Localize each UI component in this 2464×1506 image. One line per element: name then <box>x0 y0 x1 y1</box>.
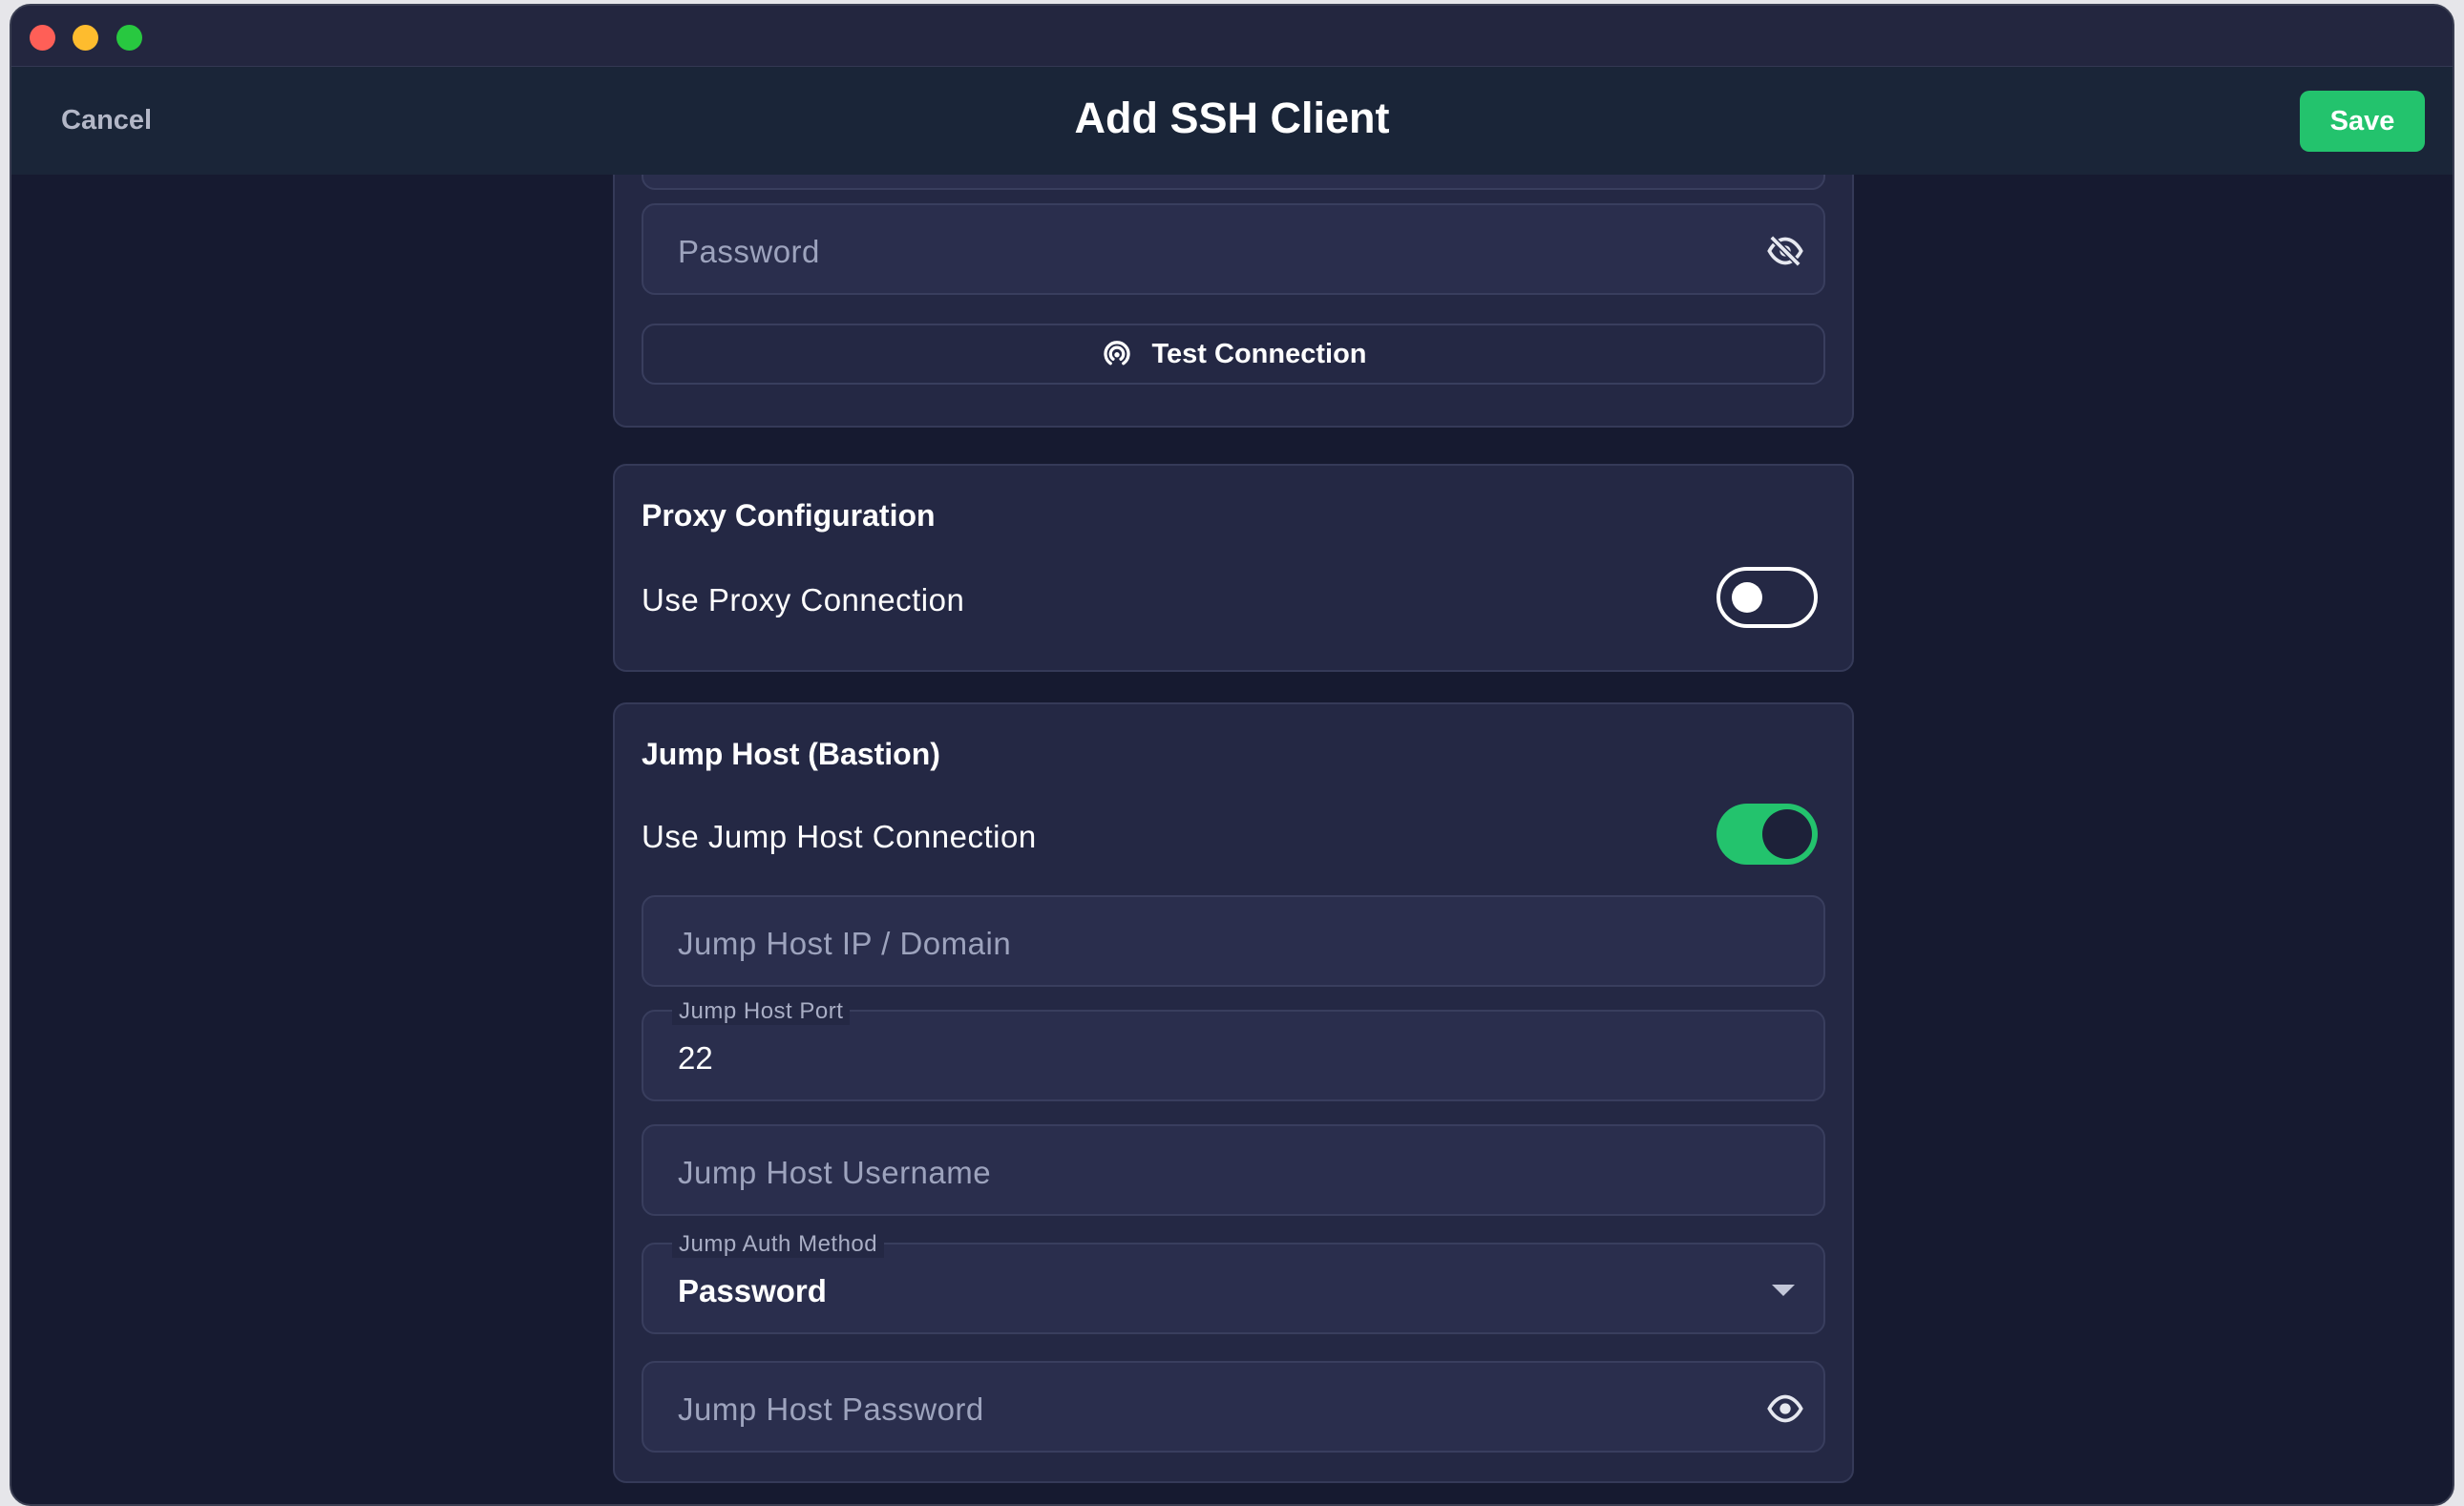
eye-icon[interactable] <box>1766 1390 1804 1428</box>
proxy-card: Proxy Configuration Use Proxy Connection <box>613 464 1854 672</box>
jump-host-password-input[interactable]: Jump Host Password <box>642 1361 1825 1453</box>
zoom-window-button[interactable] <box>116 25 142 51</box>
jump-host-address-input[interactable]: Jump Host IP / Domain <box>642 895 1825 987</box>
password-field[interactable]: Password <box>642 203 1825 295</box>
proxy-section-title: Proxy Configuration <box>642 498 936 533</box>
connection-card: Password Test Connection <box>613 175 1854 428</box>
jump-host-password-placeholder: Jump Host Password <box>678 1391 984 1427</box>
save-button[interactable]: Save <box>2300 91 2425 152</box>
jump-host-port-input[interactable]: Jump Host Port 22 <box>642 998 1825 1101</box>
chevron-down-icon <box>1772 1285 1795 1296</box>
proxy-toggle[interactable] <box>1716 567 1818 628</box>
toggle-knob <box>1762 809 1812 859</box>
minimize-window-button[interactable] <box>73 25 98 51</box>
username-field-partial[interactable] <box>642 175 1825 190</box>
jump-host-username-input[interactable]: Jump Host Username <box>642 1124 1825 1216</box>
app-window: Cancel Add SSH Client Save Password Test… <box>10 4 2454 1506</box>
signal-icon <box>1104 341 1131 366</box>
page-title: Add SSH Client <box>1074 94 1390 142</box>
jump-host-card: Jump Host (Bastion) Use Jump Host Connec… <box>613 702 1854 1483</box>
test-connection-button[interactable]: Test Connection <box>642 324 1825 385</box>
form-scroll-area[interactable]: Password Test Connection Proxy Configura… <box>11 175 2453 1504</box>
jump-auth-method-select[interactable]: Jump Auth Method Password <box>642 1231 1825 1334</box>
test-connection-label: Test Connection <box>1151 338 1367 369</box>
jump-section-title: Jump Host (Bastion) <box>642 737 940 771</box>
jump-host-address-placeholder: Jump Host IP / Domain <box>678 926 1012 961</box>
proxy-toggle-label: Use Proxy Connection <box>642 582 965 617</box>
jump-auth-method-label: Jump Auth Method <box>672 1231 885 1258</box>
eye-off-icon[interactable] <box>1766 232 1804 270</box>
password-placeholder: Password <box>678 234 820 269</box>
title-bar <box>11 6 2453 67</box>
jump-host-port-label: Jump Host Port <box>672 998 851 1025</box>
close-window-button[interactable] <box>30 25 55 51</box>
toggle-knob <box>1732 582 1762 613</box>
jump-host-username-placeholder: Jump Host Username <box>678 1155 992 1190</box>
jump-toggle-label: Use Jump Host Connection <box>642 819 1037 854</box>
jump-host-toggle[interactable] <box>1716 804 1818 865</box>
jump-host-port-value: 22 <box>678 1040 713 1076</box>
app-header: Cancel Add SSH Client Save <box>11 67 2453 175</box>
jump-auth-method-value: Password <box>678 1273 827 1308</box>
